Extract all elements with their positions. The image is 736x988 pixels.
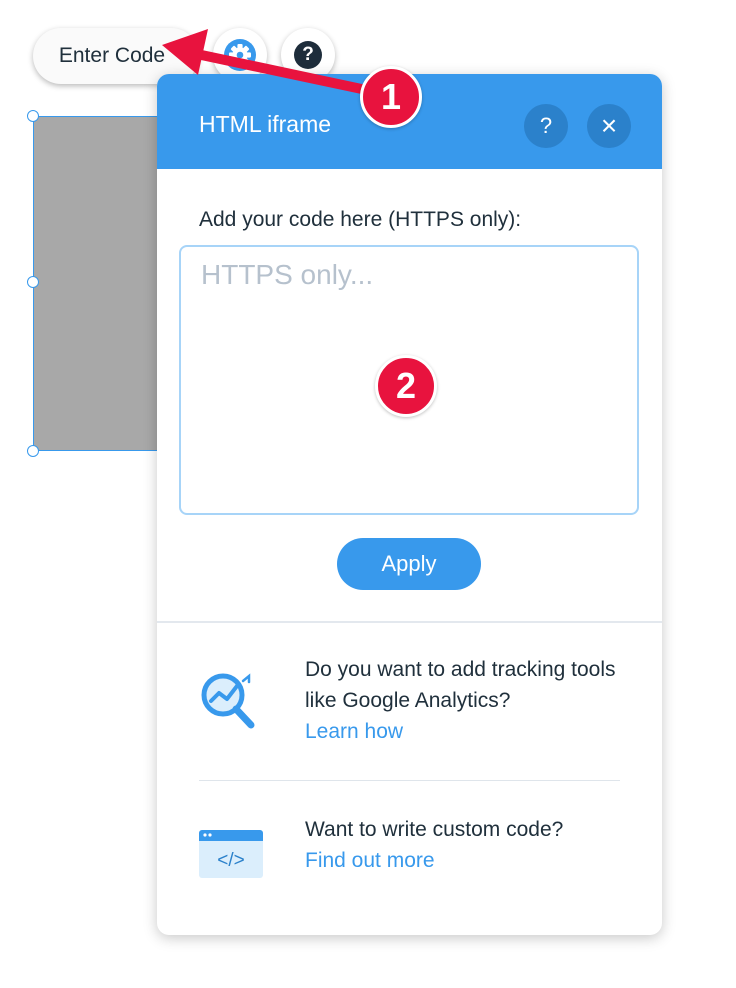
find-out-more-link[interactable]: Find out more [305,845,625,876]
learn-how-link[interactable]: Learn how [305,716,625,747]
close-icon: × [600,110,618,141]
analytics-info: Do you want to add tracking tools like G… [305,654,625,747]
resize-handle-middle-left[interactable] [27,276,39,288]
code-field-label: Add your code here (HTTPS only): [199,208,522,231]
code-window-icon: </> [199,830,263,878]
panel-title: HTML iframe [199,111,332,137]
question-icon: ? [539,113,553,138]
annotation-step-2: 2 [375,355,437,417]
panel-help-button[interactable]: ? [524,104,568,148]
apply-button[interactable]: Apply [337,538,481,590]
analytics-magnifier-icon [201,673,255,729]
code-glyph: </> [217,850,244,871]
info-divider [199,780,620,781]
section-divider [157,621,662,623]
apply-label: Apply [381,551,437,576]
resize-handle-bottom-left[interactable] [27,445,39,457]
resize-handle-top-left[interactable] [27,110,39,122]
custom-code-text: Want to write custom code? [305,818,564,841]
annotation-step-1: 1 [360,66,422,128]
custom-code-info: Want to write custom code? Find out more [305,814,625,876]
panel-close-button[interactable]: × [587,104,631,148]
html-iframe-panel: HTML iframe ? × Add your code here (HTTP… [157,74,662,935]
analytics-text: Do you want to add tracking tools like G… [305,658,616,712]
step-2-number: 2 [395,365,417,406]
step-1-number: 1 [380,76,402,117]
